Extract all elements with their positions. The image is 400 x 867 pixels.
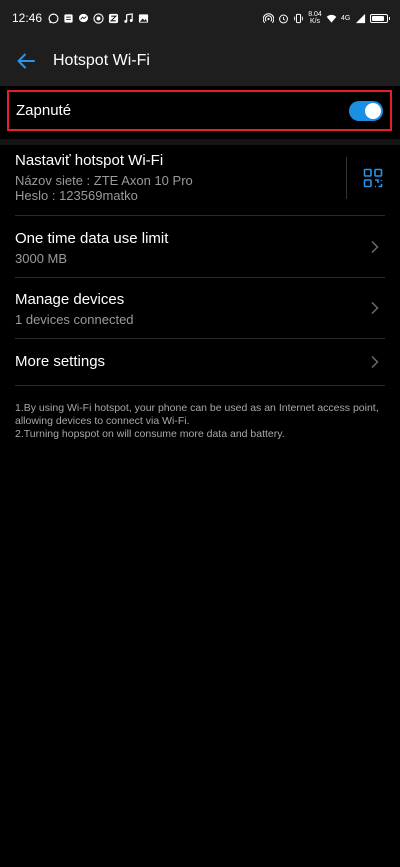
z-app-icon xyxy=(108,13,119,24)
network-speed-unit: K/s xyxy=(309,18,321,25)
back-arrow-icon[interactable] xyxy=(16,51,36,71)
manage-devices-title: Manage devices xyxy=(15,291,125,308)
network-speed: 8.04 K/s xyxy=(308,11,322,25)
hotspot-toggle-row[interactable]: Zapnuté xyxy=(7,90,392,131)
hotspot-icon xyxy=(263,12,274,24)
network-type-label: 4G xyxy=(341,14,351,22)
qr-code-icon[interactable] xyxy=(363,168,383,188)
hotspot-switch[interactable] xyxy=(349,100,383,121)
info-note-line-2: 2.Turning hopspot on will consume more d… xyxy=(15,428,285,440)
chevron-right-icon xyxy=(371,301,379,315)
image-icon xyxy=(138,13,149,24)
chevron-right-icon xyxy=(371,355,379,369)
more-settings-item[interactable]: More settings xyxy=(15,353,385,370)
devices-connected-text: 1 devices connected xyxy=(15,312,134,327)
notification-badge-icon xyxy=(93,12,104,24)
vibrate-icon xyxy=(293,13,304,24)
data-limit-item[interactable]: One time data use limit 3000 MB xyxy=(15,230,385,266)
divider xyxy=(15,215,385,216)
data-limit-value: 3000 MB xyxy=(15,251,68,266)
status-bar: 12:46 8.04 K/s 4G xyxy=(0,0,400,36)
info-note-line-1: 1.By using Wi-Fi hotspot, your phone can… xyxy=(15,402,379,427)
network-speed-value: 8.04 xyxy=(308,11,322,18)
wifi-icon xyxy=(326,13,337,24)
section-divider xyxy=(0,139,400,145)
page-title: Hotspot Wi-Fi xyxy=(53,52,150,69)
music-note-icon xyxy=(123,12,134,24)
network-name-text: Názov siete : ZTE Axon 10 Pro xyxy=(15,173,193,188)
configure-hotspot-title: Nastaviť hotspot Wi-Fi xyxy=(15,152,164,169)
app-bar: Hotspot Wi-Fi xyxy=(0,36,400,86)
vertical-separator xyxy=(346,157,347,199)
status-bar-right: 8.04 K/s 4G xyxy=(263,11,390,25)
alarm-icon xyxy=(278,13,289,24)
status-bar-left: 12:46 xyxy=(12,11,149,25)
battery-level xyxy=(372,15,384,21)
configure-hotspot-item[interactable]: Nastaviť hotspot Wi-Fi Názov siete : ZTE… xyxy=(15,152,340,203)
data-limit-title: One time data use limit xyxy=(15,230,169,247)
divider xyxy=(15,338,385,339)
divider xyxy=(15,277,385,278)
switch-knob xyxy=(365,102,381,119)
manage-devices-item[interactable]: Manage devices 1 devices connected xyxy=(15,291,385,327)
more-settings-title: More settings xyxy=(15,353,106,370)
clock: 12:46 xyxy=(12,11,43,25)
signal-icon xyxy=(355,13,366,24)
hotspot-info-note: 1.By using Wi-Fi hotspot, your phone can… xyxy=(15,402,387,441)
battery-icon xyxy=(370,13,390,23)
whatsapp-icon xyxy=(48,13,59,24)
sim-card-icon xyxy=(63,13,74,24)
messenger-icon xyxy=(78,13,89,24)
hotspot-toggle-label: Zapnuté xyxy=(16,102,72,119)
divider xyxy=(15,385,385,386)
chevron-right-icon xyxy=(371,240,379,254)
password-text: Heslo : 123569matko xyxy=(15,188,138,203)
